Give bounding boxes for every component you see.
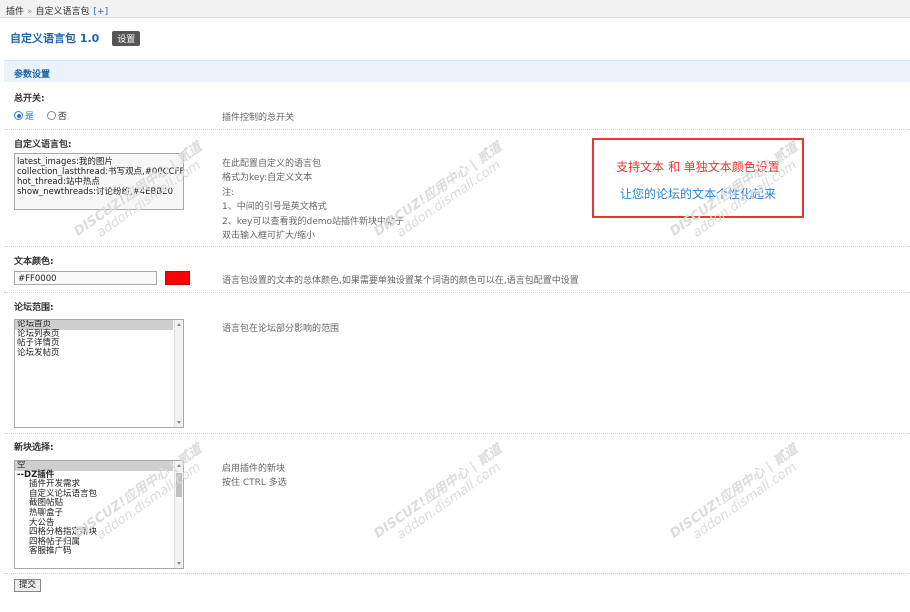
forum-range-scrollbar[interactable]	[174, 320, 183, 427]
forum-range-label: 论坛范围:	[14, 303, 54, 313]
block-select-label: 新块选择:	[14, 443, 54, 453]
radio-yes[interactable]	[14, 111, 23, 120]
block-option[interactable]: 客服推广码	[15, 547, 173, 557]
settings-button[interactable]: 设置	[112, 30, 141, 46]
text-color-comment: 语言包设置的文本的总体颜色,如果需要单独设置某个词语的颜色可以在,语言包配置中设…	[222, 276, 579, 286]
watermark-logo: DISCUZ!应用中心 | 贰道 addon.dismall.com	[371, 441, 505, 543]
page-title: 自定义语言包 1.0	[10, 32, 100, 45]
section-title: 参数设置	[4, 60, 910, 82]
radio-yes-label[interactable]: 是	[25, 112, 34, 122]
forum-range-option[interactable]: 论坛发帖页	[15, 348, 173, 359]
scroll-down-icon[interactable]	[177, 562, 181, 565]
lang-pack-label: 自定义语言包:	[14, 140, 72, 150]
lang-pack-comment: 在此配置自定义的语言包 格式为key:自定义文本 注: 1、中间的引号是英文格式…	[222, 159, 405, 242]
text-color-label: 文本颜色:	[14, 257, 54, 267]
divider	[4, 246, 910, 247]
switch-label: 总开关:	[14, 94, 45, 104]
radio-no[interactable]	[46, 111, 56, 120]
scroll-down-icon[interactable]	[177, 421, 181, 424]
block-select-listbox[interactable]: 空 --DZ插件 插件开发需求 自定义论坛语言包 截图帖贴 热聊盒子 大公告 四…	[14, 460, 184, 569]
breadcrumb-root-link[interactable]: 插件	[6, 7, 24, 17]
page-header: 自定义语言包 1.0 设置	[0, 18, 910, 54]
color-swatch[interactable]	[165, 271, 190, 285]
switch-radio-group: 是 否	[14, 109, 67, 122]
forum-range-listbox[interactable]: 论坛首页 论坛列表页 帖子详情页 论坛发帖页	[14, 319, 184, 428]
scroll-thumb[interactable]	[176, 473, 182, 497]
feature-callout: 支持文本 和 单独文本颜色设置 让您的论坛的文本个性化起来	[592, 138, 804, 218]
scroll-up-icon[interactable]	[177, 323, 181, 326]
text-color-input[interactable]: #FF0000	[14, 271, 157, 285]
block-select-scrollbar[interactable]	[174, 461, 183, 568]
submit-button[interactable]: 提交	[14, 579, 42, 592]
divider	[4, 573, 910, 574]
add-shortcut-link[interactable]: [+]	[94, 7, 109, 17]
breadcrumb-current: 自定义语言包	[35, 7, 90, 17]
callout-line-1: 支持文本 和 单独文本颜色设置	[616, 160, 780, 174]
divider	[4, 292, 910, 293]
breadcrumb-separator: »	[27, 7, 33, 17]
block-select-comment: 启用插件的新块 按住 CTRL 多选	[222, 464, 287, 489]
divider	[4, 433, 910, 434]
lang-pack-textarea[interactable]: latest_images:我的图片 collection_lastthread…	[14, 153, 184, 210]
radio-no-label[interactable]: 否	[58, 112, 67, 122]
breadcrumb: 插件» 自定义语言包 [+]	[0, 0, 910, 18]
callout-line-2: 让您的论坛的文本个性化起来	[619, 187, 776, 201]
divider	[4, 129, 910, 130]
switch-comment: 插件控制的总开关	[222, 113, 295, 123]
forum-range-comment: 语言包在论坛部分影响的范围	[222, 324, 340, 334]
watermark-logo: DISCUZ!应用中心 | 贰道 addon.dismall.com	[667, 441, 801, 543]
scroll-up-icon[interactable]	[177, 464, 181, 467]
